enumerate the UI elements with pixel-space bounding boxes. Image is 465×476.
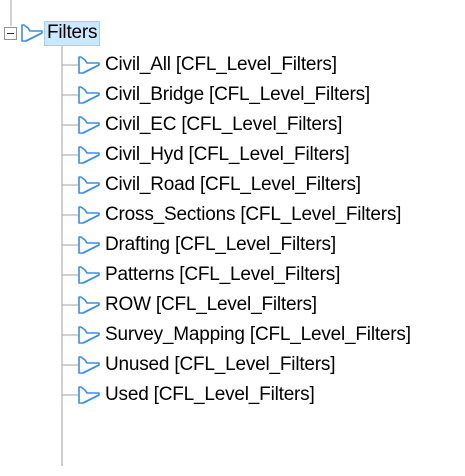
filter-folder-icon [77, 324, 101, 346]
tree-node-label: Civil_All [CFL_Level_Filters] [105, 53, 337, 75]
tree-node[interactable]: Civil_Hyd [CFL_Level_Filters] [77, 140, 352, 170]
tree-node-label: Survey_Mapping [CFL_Level_Filters] [105, 323, 411, 345]
filter-folder-icon [77, 114, 101, 136]
tree-node-label: Patterns [CFL_Level_Filters] [105, 263, 341, 285]
tree-node-label: Drafting [CFL_Level_Filters] [105, 233, 336, 255]
filter-folder-icon [77, 204, 101, 226]
tree-node[interactable]: Civil_All [CFL_Level_Filters] [77, 50, 340, 80]
tree-node[interactable]: Used [CFL_Level_Filters] [77, 380, 318, 410]
tree-root-row[interactable]: Filters [4, 18, 101, 48]
tree-node-label: ROW [CFL_Level_Filters] [105, 293, 317, 315]
tree-node-label: Civil_Bridge [CFL_Level_Filters] [105, 83, 370, 105]
tree-node-label: Civil_EC [CFL_Level_Filters] [105, 113, 343, 135]
tree-node[interactable]: Survey_Mapping [CFL_Level_Filters] [77, 320, 414, 350]
collapse-toggle-icon[interactable] [4, 26, 17, 40]
filter-folder-icon [77, 54, 101, 76]
tree-node-label: Unused [CFL_Level_Filters] [105, 353, 336, 375]
tree-node-label: Civil_Hyd [CFL_Level_Filters] [105, 143, 350, 165]
filter-folder-icon [77, 84, 101, 106]
filter-folder-icon [20, 22, 44, 44]
filter-folder-icon [77, 384, 101, 406]
filters-tree: Filters Civil_All [CFL_Level_Filters] Civ… [0, 0, 465, 476]
tree-node[interactable]: Civil_EC [CFL_Level_Filters] [77, 110, 345, 140]
filter-folder-icon [77, 234, 101, 256]
tree-node[interactable]: ROW [CFL_Level_Filters] [77, 290, 320, 320]
filter-folder-icon [77, 354, 101, 376]
filter-folder-icon [77, 264, 101, 286]
tree-node[interactable]: Cross_Sections [CFL_Level_Filters] [77, 200, 404, 230]
tree-node[interactable]: Drafting [CFL_Level_Filters] [77, 230, 339, 260]
tree-node-label: Cross_Sections [CFL_Level_Filters] [105, 203, 402, 225]
tree-root-label: Filters [44, 20, 101, 46]
filter-folder-icon [77, 174, 101, 196]
tree-node[interactable]: Civil_Bridge [CFL_Level_Filters] [77, 80, 373, 110]
filter-folder-icon [77, 144, 101, 166]
tree-node-label: Civil_Road [CFL_Level_Filters] [105, 173, 361, 195]
filter-folder-icon [77, 294, 101, 316]
tree-node[interactable]: Patterns [CFL_Level_Filters] [77, 260, 343, 290]
tree-node-label: Used [CFL_Level_Filters] [105, 383, 315, 405]
tree-node[interactable]: Civil_Road [CFL_Level_Filters] [77, 170, 364, 200]
tree-node[interactable]: Unused [CFL_Level_Filters] [77, 350, 338, 380]
